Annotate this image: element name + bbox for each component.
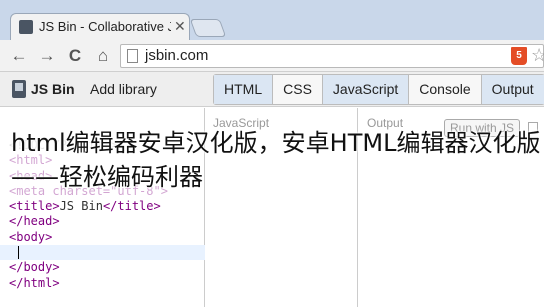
tab-title: JS Bin - Collaborative Ja [39,19,171,34]
text-cursor [18,246,19,260]
close-tab-icon[interactable]: ✕ [174,18,186,35]
new-tab-button[interactable] [189,19,227,37]
code-line: </head> [9,214,60,229]
tab-javascript[interactable]: JavaScript [322,75,410,104]
address-bar[interactable]: jsbin.com 5 ☆ [120,44,544,68]
code-line-active [0,245,205,261]
reload-icon[interactable]: C [64,45,86,67]
code-line: </html> [9,275,60,290]
add-library-button[interactable]: Add library [90,81,157,97]
browser-tabstrip: JS Bin - Collaborative Ja ✕ [0,0,544,41]
url-text: jsbin.com [145,47,209,64]
tab-html[interactable]: HTML [214,75,274,104]
browser-tab[interactable]: JS Bin - Collaborative Ja ✕ [10,13,190,41]
browser-toolbar: ← → C ⌂ jsbin.com 5 ☆ [0,40,544,72]
html5-icon[interactable]: 5 [511,47,527,65]
jsbin-favicon-icon [19,20,33,34]
tab-css[interactable]: CSS [273,75,323,104]
page-icon [127,49,138,63]
code-line-title: <title>JS Bin</title> [9,199,161,214]
home-icon[interactable]: ⌂ [92,45,114,67]
bookmark-star-icon[interactable]: ☆ [531,45,544,66]
jsbin-logo-text[interactable]: JS Bin [31,81,75,97]
forward-icon[interactable]: → [36,45,58,67]
panel-tabs: HTML CSS JavaScript Console Output [213,74,544,105]
code-line: <body> [9,229,53,244]
jsbin-logo-icon[interactable] [12,80,26,98]
code-line: </body> [9,260,60,275]
tab-console[interactable]: Console [409,75,482,104]
back-icon[interactable]: ← [8,45,30,67]
tab-output[interactable]: Output [481,75,544,104]
title-text: JS Bin [59,199,103,214]
overlay-caption: html编辑器安卓汉化版，安卓HTML编辑器汉化版——轻松编码利器 [11,129,541,191]
jsbin-header: JS Bin Add library HTML CSS JavaScript C… [0,72,544,107]
